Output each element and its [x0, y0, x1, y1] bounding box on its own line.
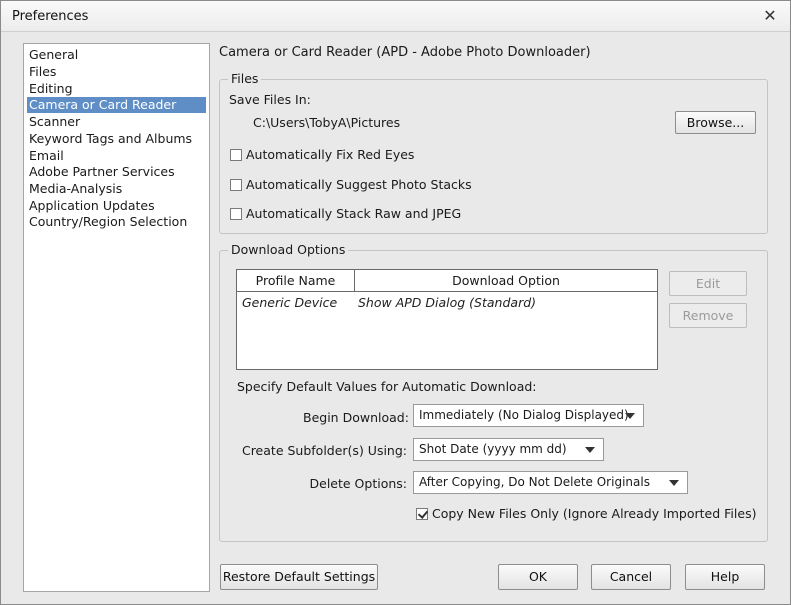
- create-subfolders-label: Create Subfolder(s) Using:: [241, 443, 407, 458]
- delete-options-label: Delete Options:: [309, 476, 408, 491]
- title-bar: Preferences ✕: [1, 1, 790, 32]
- profile-name-cell[interactable]: Generic Device: [242, 295, 337, 310]
- save-files-label: Save Files In:: [229, 92, 311, 107]
- begin-download-label: Begin Download:: [303, 410, 409, 425]
- restore-defaults-button[interactable]: Restore Default Settings: [220, 564, 378, 590]
- begin-download-select[interactable]: Immediately (No Dialog Displayed): [413, 404, 644, 427]
- profile-table: Profile Name Download Option Generic Dev…: [236, 269, 658, 370]
- chevron-down-icon: [625, 413, 635, 419]
- cancel-button[interactable]: Cancel: [591, 564, 671, 590]
- suggest-stacks-checkbox[interactable]: [230, 179, 242, 191]
- download-options-legend: Download Options: [228, 242, 349, 258]
- defaults-heading: Specify Default Values for Automatic Dow…: [237, 379, 537, 394]
- page-title: Camera or Card Reader (APD - Adobe Photo…: [219, 45, 591, 60]
- help-button[interactable]: Help: [685, 564, 765, 590]
- files-legend: Files: [228, 71, 262, 87]
- copy-new-files-label: Copy New Files Only (Ignore Already Impo…: [432, 506, 757, 521]
- fix-red-eyes-checkbox[interactable]: [230, 149, 242, 161]
- create-subfolders-value: Shot Date (yyyy mm dd): [419, 442, 567, 456]
- window-title: Preferences: [12, 9, 89, 24]
- begin-download-value: Immediately (No Dialog Displayed): [419, 408, 629, 422]
- chevron-down-icon: [585, 447, 595, 453]
- delete-options-value: After Copying, Do Not Delete Originals: [419, 475, 650, 489]
- browse-button[interactable]: Browse...: [675, 111, 756, 134]
- sidebar-item-files[interactable]: Files: [27, 64, 206, 80]
- delete-options-select[interactable]: After Copying, Do Not Delete Originals: [413, 471, 688, 494]
- create-subfolders-select[interactable]: Shot Date (yyyy mm dd): [413, 438, 604, 461]
- preferences-dialog: Preferences ✕ General Files Editing Came…: [0, 0, 791, 605]
- fix-red-eyes-label: Automatically Fix Red Eyes: [246, 147, 415, 162]
- sidebar-item-application-updates[interactable]: Application Updates: [27, 198, 206, 214]
- sidebar-item-scanner[interactable]: Scanner: [27, 114, 206, 130]
- chevron-down-icon: [669, 480, 679, 486]
- sidebar-item-email[interactable]: Email: [27, 148, 206, 164]
- edit-button[interactable]: Edit: [669, 271, 747, 296]
- close-icon[interactable]: ✕: [760, 6, 780, 26]
- column-header-profile-name[interactable]: Profile Name: [237, 270, 355, 292]
- category-list: General Files Editing Camera or Card Rea…: [23, 43, 210, 592]
- suggest-stacks-label: Automatically Suggest Photo Stacks: [246, 177, 472, 192]
- column-header-download-option[interactable]: Download Option: [355, 270, 657, 292]
- stack-raw-jpeg-label: Automatically Stack Raw and JPEG: [246, 206, 462, 221]
- stack-raw-jpeg-checkbox[interactable]: [230, 208, 242, 220]
- sidebar-item-keyword-tags[interactable]: Keyword Tags and Albums: [27, 131, 206, 147]
- sidebar-item-country-region[interactable]: Country/Region Selection: [27, 214, 206, 230]
- download-option-cell[interactable]: Show APD Dialog (Standard): [358, 295, 536, 310]
- remove-button[interactable]: Remove: [669, 303, 747, 328]
- copy-new-files-checkbox[interactable]: [416, 508, 428, 520]
- sidebar-item-camera-or-card-reader[interactable]: Camera or Card Reader: [27, 97, 206, 113]
- sidebar-item-general[interactable]: General: [27, 47, 206, 63]
- save-path-value: C:\Users\TobyA\Pictures: [253, 115, 401, 130]
- sidebar-item-adobe-partner-services[interactable]: Adobe Partner Services: [27, 164, 206, 180]
- sidebar-item-media-analysis[interactable]: Media-Analysis: [27, 181, 206, 197]
- ok-button[interactable]: OK: [498, 564, 578, 590]
- sidebar-item-editing[interactable]: Editing: [27, 81, 206, 97]
